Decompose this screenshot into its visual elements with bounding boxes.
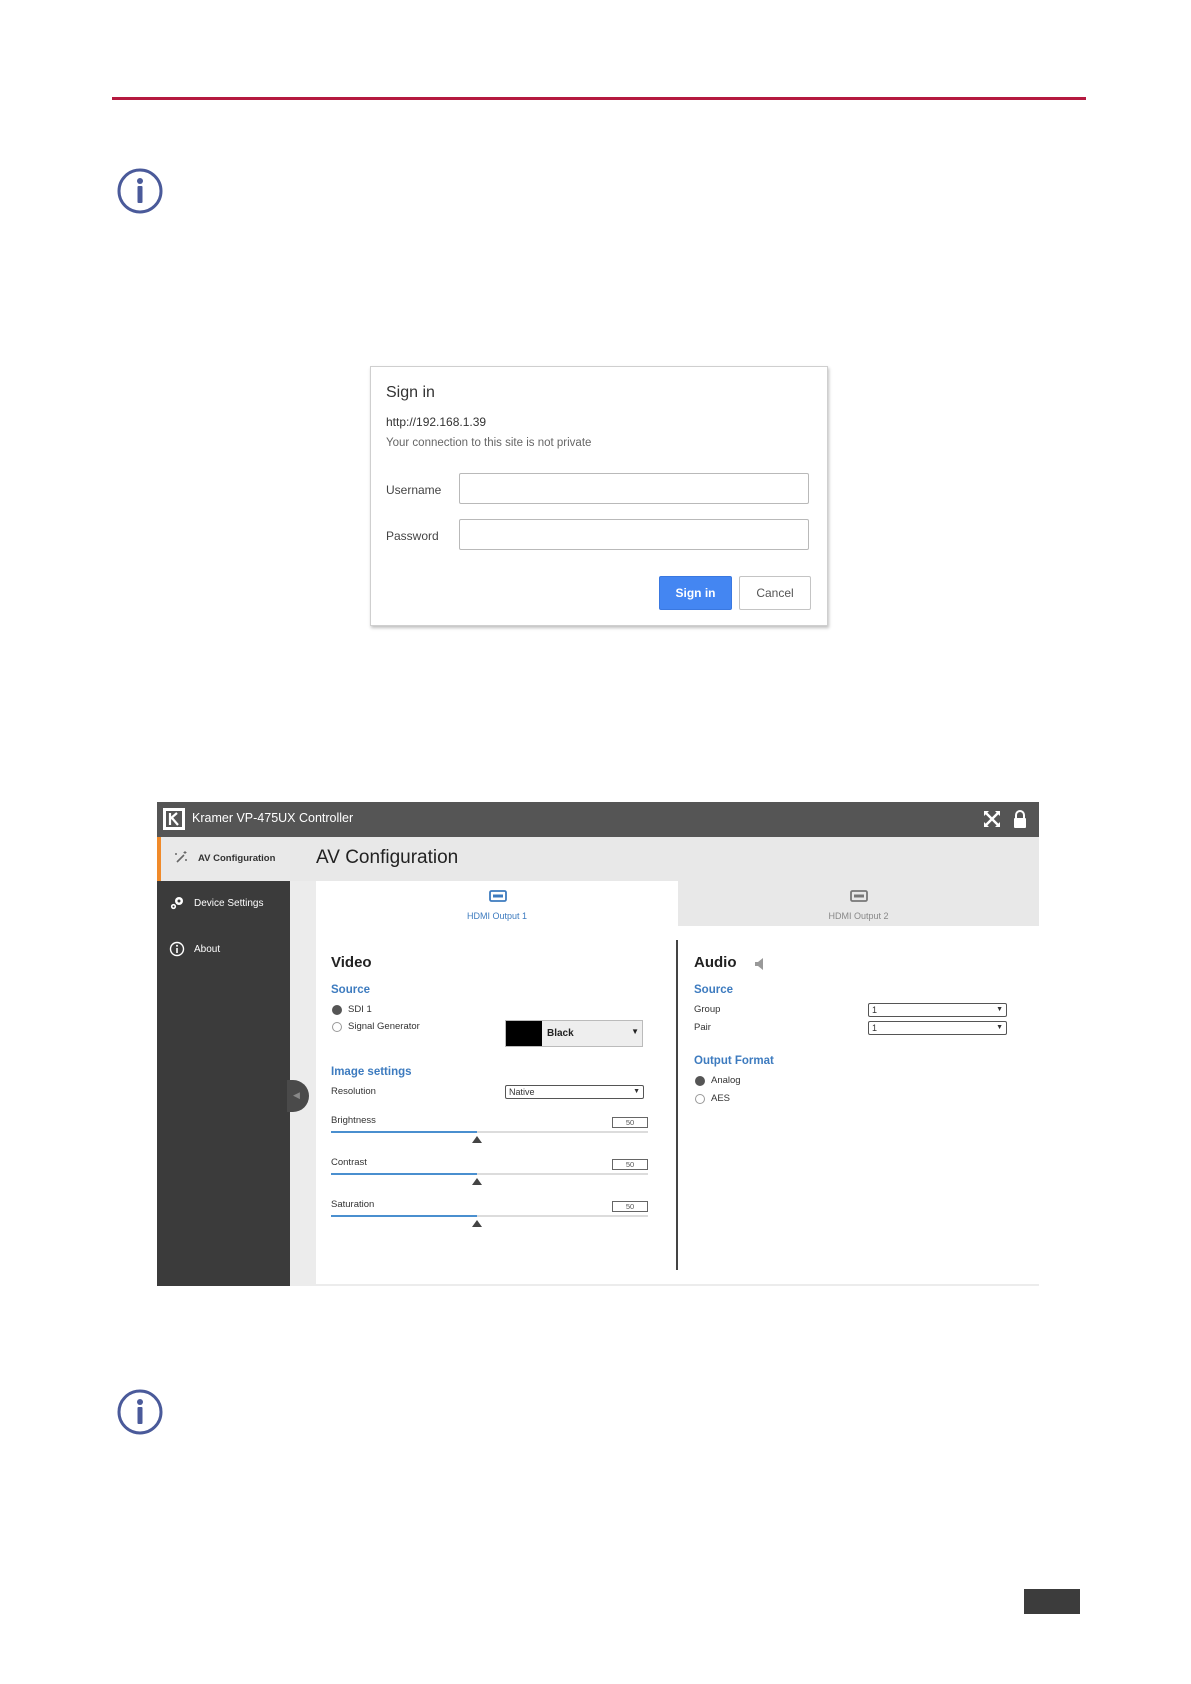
slider-label: Contrast [331,1157,367,1168]
password-input[interactable] [459,519,809,550]
dialog-title: Sign in [386,384,435,401]
slider-value-input[interactable]: 50 [612,1201,648,1212]
sidebar-collapse-handle[interactable]: ◀ [287,1080,309,1112]
radio-label: SDI 1 [348,1004,372,1015]
sign-in-dialog: Sign in http://192.168.1.39 Your connect… [370,366,828,626]
sidebar-item-device-settings[interactable]: Device Settings [157,882,290,926]
lock-icon[interactable] [1010,809,1030,829]
slider-label: Brightness [331,1115,376,1126]
slider-fill [331,1131,477,1133]
tab-label: HDMI Output 1 [466,911,528,921]
title-bar: Kramer VP-475UX Controller [157,802,1039,837]
sidebar-item-label: About [194,944,221,955]
radio-signal-generator[interactable] [332,1022,342,1032]
radio-label: Analog [711,1075,741,1086]
sidebar: AV Configuration Device Settings About [157,837,290,1286]
pattern-swatch [506,1021,542,1046]
wand-icon [175,851,187,863]
username-input[interactable] [459,473,809,504]
group-value: 1 [872,1005,878,1015]
slider-label: Saturation [331,1199,375,1210]
pattern-value: Black [547,1028,574,1039]
radio-label: Signal Generator [348,1021,420,1032]
column-divider [676,940,678,1270]
sidebar-item-label: AV Configuration [198,853,276,864]
slider-track[interactable] [331,1215,648,1217]
video-title: Video [331,954,372,971]
page-number-badge [1024,1589,1080,1614]
slider-fill [331,1173,477,1175]
dialog-warning: Your connection to this site is not priv… [386,437,592,449]
cancel-button[interactable]: Cancel [739,576,811,610]
resolution-label: Resolution [331,1086,376,1097]
info-icon [169,941,185,957]
sidebar-item-about[interactable]: About [157,928,290,972]
chevron-left-icon: ◀ [293,1090,300,1100]
video-source-title: Source [331,984,370,996]
resolution-value: Native [509,1087,535,1097]
sign-in-button[interactable]: Sign in [659,576,732,610]
tab-hdmi-output-2[interactable]: HDMI Output 2 [678,881,1039,926]
sidebar-item-label: Device Settings [194,898,264,909]
pair-select[interactable]: 1 ▼ [868,1021,1007,1035]
pattern-select[interactable]: Black ▼ [505,1020,643,1047]
dialog-url: http://192.168.1.39 [386,415,487,429]
speaker-icon [755,958,763,970]
controller-window: Kramer VP-475UX Controller AV Configurat… [157,802,1039,1286]
slider-track[interactable] [331,1173,648,1175]
info-icon [117,1389,163,1435]
password-label: Password [386,529,439,543]
hdmi-icon [850,890,868,902]
resolution-select[interactable]: Native ▼ [505,1085,644,1099]
radio-analog[interactable] [695,1076,705,1086]
audio-title: Audio [694,954,737,971]
gears-icon [170,897,183,910]
radio-sdi-1[interactable] [332,1005,342,1015]
kramer-logo-icon [163,808,185,830]
pair-value: 1 [872,1023,878,1033]
audio-source-title: Source [694,984,733,996]
app-title: Kramer VP-475UX Controller [192,811,354,825]
fullscreen-icon[interactable] [982,809,1002,829]
radio-aes[interactable] [695,1094,705,1104]
group-select[interactable]: 1 ▼ [868,1003,1007,1017]
slider-fill [331,1215,477,1217]
chevron-down-icon: ▼ [996,1006,1003,1013]
header-rule [112,97,1086,100]
chevron-down-icon: ▼ [633,1088,640,1095]
slider-thumb[interactable] [471,1136,482,1143]
info-icon [117,168,163,214]
group-label: Group [694,1004,721,1015]
slider-thumb[interactable] [471,1220,482,1227]
image-settings-title: Image settings [331,1066,412,1078]
tab-hdmi-output-1[interactable]: HDMI Output 1 [316,881,678,926]
hdmi-icon [489,890,507,902]
tab-label: HDMI Output 2 [828,911,889,921]
username-label: Username [386,483,442,497]
slider-track[interactable] [331,1131,648,1133]
slider-value-input[interactable]: 50 [612,1159,648,1170]
sidebar-item-av-configuration[interactable]: AV Configuration [157,837,290,881]
chevron-down-icon: ▼ [631,1027,639,1036]
radio-label: AES [711,1093,731,1104]
slider-thumb[interactable] [471,1178,482,1185]
slider-value-input[interactable]: 50 [612,1117,648,1128]
output-format-title: Output Format [694,1055,774,1067]
pair-label: Pair [694,1022,711,1033]
page-title: AV Configuration [316,847,459,868]
chevron-down-icon: ▼ [996,1024,1003,1031]
